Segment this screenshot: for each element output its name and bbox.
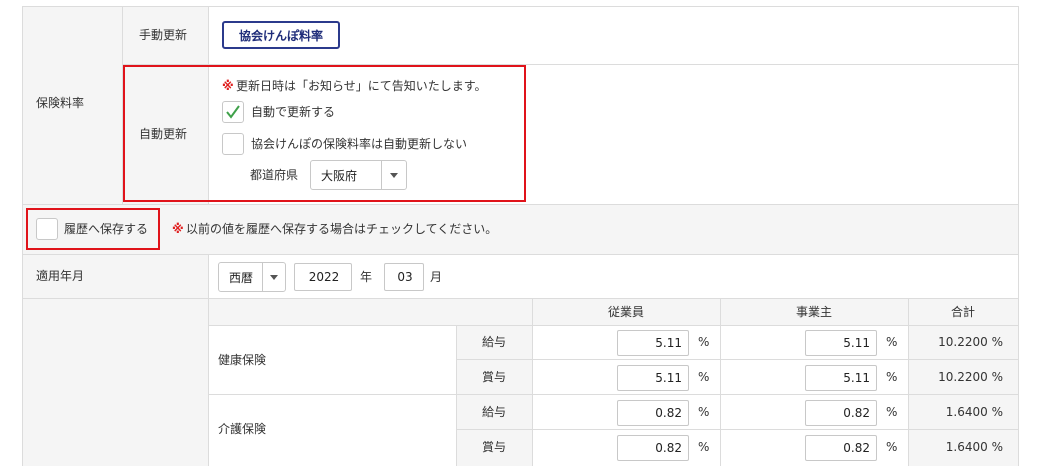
row-type-label: 給与 [481,405,507,419]
manual-update-label: 手動更新 [139,28,188,42]
care-salary-total: 1.6400 % [945,405,1003,419]
percent-sign: % [886,405,898,419]
year-unit: 年 [360,270,373,284]
percent-sign: % [886,335,898,349]
apply-month-label: 適用年月 [36,269,85,283]
percent-sign: % [698,370,710,384]
health-salary-employer-input[interactable] [805,330,877,356]
health-bonus-total: 10.2200 % [938,370,1003,384]
percent-sign: % [698,335,710,349]
health-salary-employee-input[interactable] [617,330,689,356]
percent-sign: % [886,370,898,384]
chevron-down-icon [270,274,278,280]
care-bonus-employer-input[interactable] [805,435,877,461]
insurance-rate-label: 保険料率 [36,96,85,110]
care-salary-employer-input[interactable] [805,400,877,426]
total-header: 合計 [950,305,976,319]
health-insurance-label: 健康保険 [218,353,267,367]
save-history-highlight [26,208,160,250]
health-bonus-employer-input[interactable] [805,365,877,391]
percent-sign: % [698,405,710,419]
care-bonus-total: 1.6400 % [945,440,1003,454]
month-unit: 月 [430,270,443,284]
row-type-label: 賞与 [481,440,507,454]
employee-header: 従業員 [607,305,645,319]
care-insurance-label: 介護保険 [218,422,267,436]
row-type-label: 給与 [481,335,507,349]
health-bonus-employee-input[interactable] [617,365,689,391]
health-salary-total: 10.2200 % [938,335,1003,349]
auto-update-highlight [123,65,526,202]
month-input[interactable] [384,263,424,291]
history-notice-mark: ※ [172,222,184,236]
history-notice: 以前の値を履歴へ保存する場合はチェックしてください。 [186,222,498,236]
employer-header: 事業主 [795,305,833,319]
kyokai-rate-button[interactable]: 協会けんぽ料率 [222,21,340,49]
percent-sign: % [698,440,710,454]
percent-sign: % [886,440,898,454]
era-value: 西暦 [229,270,254,285]
care-salary-employee-input[interactable] [617,400,689,426]
care-bonus-employee-input[interactable] [617,435,689,461]
row-type-label: 賞与 [481,370,507,384]
era-select[interactable]: 西暦 [218,262,286,292]
year-input[interactable] [294,263,352,291]
